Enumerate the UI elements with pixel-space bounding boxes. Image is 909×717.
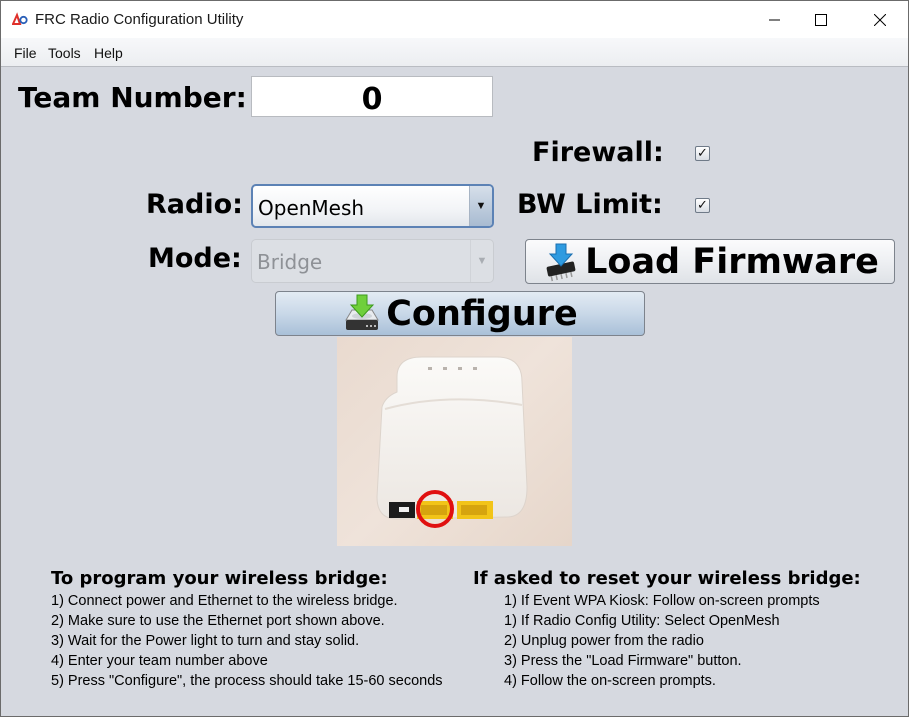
first-logo-icon bbox=[12, 12, 28, 25]
reset-step: 4) Follow the on-screen prompts. bbox=[504, 673, 716, 689]
load-firmware-label: Load Firmware bbox=[585, 241, 879, 282]
configure-button[interactable]: Configure bbox=[275, 291, 645, 336]
radio-dropdown[interactable]: OpenMesh ▼ bbox=[251, 184, 494, 228]
radio-selected-value: OpenMesh bbox=[258, 196, 365, 220]
reset-step: 2) Unplug power from the radio bbox=[504, 633, 704, 649]
mode-dropdown[interactable]: Bridge ▼ bbox=[251, 239, 494, 283]
close-button[interactable] bbox=[857, 1, 903, 38]
mode-selected-value: Bridge bbox=[257, 250, 323, 274]
program-step: 4) Enter your team number above bbox=[51, 653, 268, 669]
configure-label: Configure bbox=[386, 293, 578, 334]
minimize-icon bbox=[769, 19, 780, 20]
chevron-down-icon[interactable]: ▼ bbox=[469, 186, 492, 226]
reset-step: 1) If Radio Config Utility: Select OpenM… bbox=[504, 613, 780, 629]
menu-file[interactable]: File bbox=[14, 45, 37, 61]
program-step: 2) Make sure to use the Ethernet port sh… bbox=[51, 613, 385, 629]
bw-limit-checkbox[interactable]: ✓ bbox=[695, 198, 710, 213]
radio-photo bbox=[337, 337, 572, 546]
load-firmware-button[interactable]: Load Firmware bbox=[525, 239, 895, 284]
program-instructions-title: To program your wireless bridge: bbox=[51, 568, 388, 589]
bw-limit-label: BW Limit: bbox=[517, 189, 663, 220]
title-bar: FRC Radio Configuration Utility bbox=[1, 1, 908, 38]
checkmark-icon: ✓ bbox=[697, 146, 708, 161]
minimize-button[interactable] bbox=[752, 1, 798, 38]
window-title: FRC Radio Configuration Utility bbox=[35, 11, 244, 28]
drive-download-icon bbox=[345, 294, 380, 330]
firmware-chip-download-icon bbox=[546, 243, 576, 281]
firewall-label: Firewall: bbox=[532, 137, 664, 168]
radio-label: Radio: bbox=[146, 189, 243, 220]
team-number-label: Team Number: bbox=[18, 81, 247, 114]
reset-step: 1) If Event WPA Kiosk: Follow on-screen … bbox=[504, 593, 820, 609]
reset-step: 3) Press the "Load Firmware" button. bbox=[504, 653, 742, 669]
menu-bar: File Tools Help bbox=[1, 38, 908, 67]
chevron-down-icon: ▼ bbox=[470, 240, 493, 282]
team-number-input[interactable]: 0 bbox=[251, 76, 493, 117]
firewall-checkbox[interactable]: ✓ bbox=[695, 146, 710, 161]
program-step: 5) Press "Configure", the process should… bbox=[51, 673, 443, 689]
reset-instructions-title: If asked to reset your wireless bridge: bbox=[473, 568, 861, 589]
program-step: 3) Wait for the Power light to turn and … bbox=[51, 633, 360, 649]
app-window: FRC Radio Configuration Utility File Too… bbox=[0, 0, 909, 717]
program-step: 1) Connect power and Ethernet to the wir… bbox=[51, 593, 398, 609]
menu-help[interactable]: Help bbox=[94, 45, 123, 61]
maximize-icon bbox=[815, 13, 827, 26]
maximize-button[interactable] bbox=[798, 1, 844, 38]
mode-label: Mode: bbox=[148, 243, 242, 274]
checkmark-icon: ✓ bbox=[697, 198, 708, 213]
openmesh-radio-image bbox=[376, 356, 528, 528]
menu-tools[interactable]: Tools bbox=[48, 45, 81, 61]
close-icon bbox=[874, 13, 886, 26]
